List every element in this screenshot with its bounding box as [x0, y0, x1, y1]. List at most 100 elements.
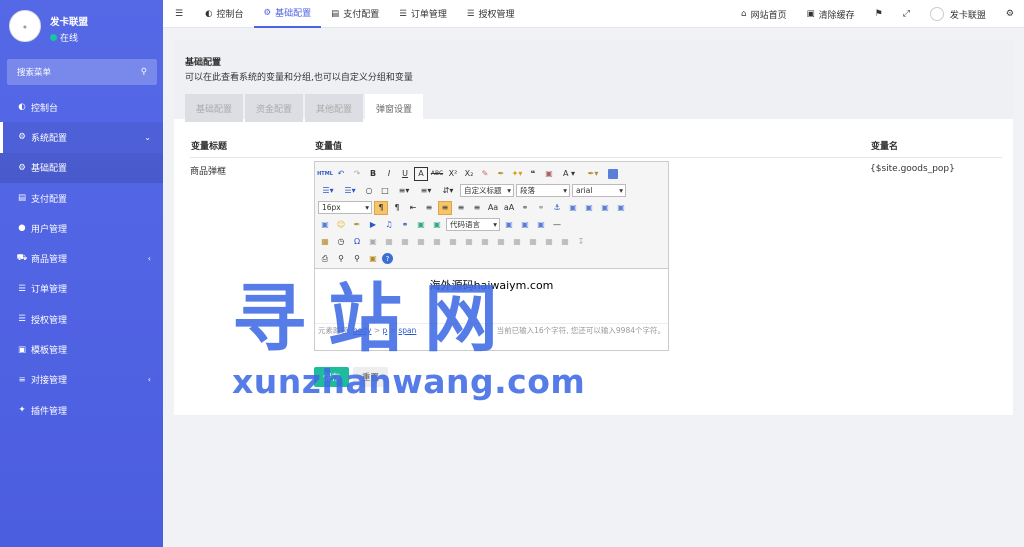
paragraph-select[interactable]: 段落 ▾ — [516, 184, 570, 197]
sidebar-item-users[interactable]: ● 用户管理 — [0, 213, 163, 243]
language-icon[interactable]: ⚑ — [865, 0, 893, 28]
tab-auth[interactable]: ☰ 授权管理 — [457, 0, 525, 28]
tab-orders[interactable]: ☰ 订单管理 — [389, 0, 457, 28]
template-icon[interactable]: ▣ — [502, 218, 516, 232]
undo-icon[interactable]: ↶ — [334, 167, 348, 181]
sidebar-item-plugins[interactable]: ✦ 插件管理 — [0, 395, 163, 425]
delete-row-icon[interactable]: ▦ — [430, 235, 444, 249]
auto-format-icon[interactable]: ✦▾ — [510, 167, 524, 181]
sidebar-item-basic-config[interactable]: ⚙ 基础配置 — [0, 152, 163, 183]
image-none-icon[interactable]: ▣ — [614, 201, 628, 215]
superscript-icon[interactable]: X² — [446, 167, 460, 181]
format-brush-icon[interactable]: ✒ — [494, 167, 508, 181]
unordered-list-icon[interactable]: ☰▾ — [340, 184, 360, 198]
sidebar-item-docking[interactable]: ≡ 对接管理 ‹ — [0, 365, 163, 395]
clear-doc-icon[interactable]: ○ — [362, 184, 376, 198]
sidebar-item-system-config[interactable]: ⚙ 系统配置 ⌄ — [0, 122, 163, 153]
bold-icon[interactable]: B — [366, 167, 380, 181]
background-icon[interactable]: ▣ — [518, 218, 532, 232]
cell-props-icon[interactable]: ▦ — [558, 235, 572, 249]
sidebar-item-auth[interactable]: ☰ 授权管理 — [0, 304, 163, 334]
sidebar-item-dashboard[interactable]: ◐ 控制台 — [0, 92, 163, 122]
tab-dashboard[interactable]: ◐ 控制台 — [195, 0, 253, 28]
font-color-icon[interactable]: A ▾ — [558, 167, 580, 181]
link-icon[interactable]: ⚭ — [518, 201, 532, 215]
row-spacing-top-icon[interactable]: ≡▾ — [394, 184, 414, 198]
insert-col-icon[interactable]: ▦ — [446, 235, 460, 249]
drafts-icon[interactable]: ▣ — [366, 252, 380, 266]
preview-icon[interactable]: ⚲ — [334, 252, 348, 266]
anchor-icon[interactable]: ⚓ — [550, 201, 564, 215]
new-doc-icon[interactable]: □ — [378, 184, 392, 198]
align-center-icon[interactable]: ≡ — [438, 200, 452, 215]
split-rows-icon[interactable]: ▦ — [510, 235, 524, 249]
date-icon[interactable]: ▦ — [318, 235, 332, 249]
path-span-link[interactable]: span — [398, 326, 416, 335]
split-cells-icon[interactable]: ▦ — [494, 235, 508, 249]
indent-icon[interactable]: ⇤ — [406, 201, 420, 215]
clear-cache-button[interactable]: ▣ 清除缓存 — [797, 0, 865, 28]
wordimage-icon[interactable]: ▣ — [366, 235, 380, 249]
heading-select[interactable]: 自定义标题 ▾ — [460, 184, 514, 197]
rtl-icon[interactable]: ¶ — [390, 201, 404, 215]
horizontal-rule-icon[interactable]: — — [550, 218, 564, 232]
align-justify-icon[interactable]: ≡ — [470, 201, 484, 215]
row-spacing-bottom-icon[interactable]: ≡▾ — [416, 184, 436, 198]
path-p-link[interactable]: p — [383, 326, 388, 335]
insert-image-icon[interactable]: ▣ — [318, 218, 332, 232]
search-replace-icon[interactable]: ⚲ — [350, 252, 364, 266]
ltr-icon[interactable]: ¶ — [374, 200, 388, 215]
time-icon[interactable]: ◷ — [334, 235, 348, 249]
strikethrough-icon[interactable]: ABC — [430, 167, 444, 181]
image-right-icon[interactable]: ▣ — [582, 201, 596, 215]
insert-code-icon[interactable]: ▣ — [534, 218, 548, 232]
help-icon[interactable]: ? — [382, 253, 393, 264]
delete-table-icon[interactable]: ▦ — [398, 235, 412, 249]
avatar[interactable]: ● — [9, 10, 41, 42]
attachment-icon[interactable]: ⚭ — [398, 218, 412, 232]
unlink-icon[interactable]: ⚭ — [534, 201, 548, 215]
insert-table-icon[interactable]: ▦ — [382, 235, 396, 249]
print-icon[interactable]: ⎙ — [318, 252, 332, 266]
insert-row-icon[interactable]: ▦ — [414, 235, 428, 249]
font-size-select[interactable]: 16px ▾ — [318, 201, 372, 214]
ordered-list-icon[interactable]: ☰▾ — [318, 184, 338, 198]
font-border-icon[interactable]: A — [414, 166, 428, 181]
align-right-icon[interactable]: ≡ — [454, 201, 468, 215]
highlight-icon[interactable]: ✒▾ — [582, 167, 604, 181]
menu-search-input[interactable]: 搜索菜单 ⚲ — [7, 59, 157, 85]
save-button[interactable]: 保存 — [314, 367, 349, 387]
align-left-icon[interactable]: ≡ — [422, 201, 436, 215]
font-family-select[interactable]: arial ▾ — [572, 184, 626, 197]
home-link[interactable]: ⌂ 网站首页 — [731, 0, 796, 28]
insert-frame-icon[interactable]: ▣ — [430, 218, 444, 232]
tab-funds[interactable]: 资金配置 — [245, 94, 304, 122]
image-left-icon[interactable]: ▣ — [566, 201, 580, 215]
reset-button[interactable]: 重置 — [353, 367, 388, 387]
scrawl-icon[interactable]: ✒ — [350, 218, 364, 232]
insert-video-icon[interactable]: ▶ — [366, 218, 380, 232]
editor-content-area[interactable]: 海外源码haiwaiym.com 元素路径: body > p > span 当… — [315, 269, 668, 337]
sidebar-item-templates[interactable]: ▣ 模板管理 — [0, 334, 163, 364]
settings-gears-icon[interactable]: ⚙ — [996, 0, 1024, 28]
split-cols-icon[interactable]: ▦ — [526, 235, 540, 249]
line-height-icon[interactable]: ⇵▾ — [438, 184, 458, 198]
sidebar-item-goods[interactable]: ⛟ 商品管理 ‹ — [0, 243, 163, 273]
eraser-icon[interactable]: ✎ — [478, 167, 492, 181]
menu-toggle-icon[interactable]: ☰ — [163, 0, 195, 28]
emotion-icon[interactable]: ☺ — [334, 218, 348, 232]
sidebar-item-orders[interactable]: ☰ 订单管理 — [0, 274, 163, 304]
redo-icon[interactable]: ↷ — [350, 167, 364, 181]
tab-basic-config[interactable]: ⚙ 基础配置 — [253, 0, 322, 28]
uppercase-icon[interactable]: Aa — [486, 201, 500, 215]
paste-text-icon[interactable]: ▣ — [542, 167, 556, 181]
tab-payment-config[interactable]: ▤ 支付配置 — [321, 0, 389, 28]
search-icon[interactable]: ⚲ — [141, 67, 147, 77]
path-body-link[interactable]: body — [353, 326, 372, 335]
sort-icon[interactable]: ↧ — [574, 235, 588, 249]
code-language-select[interactable]: 代码语言 ▾ — [446, 218, 500, 231]
fullscreen-icon[interactable]: ⤢ — [893, 0, 920, 28]
delete-col-icon[interactable]: ▦ — [462, 235, 476, 249]
user-menu[interactable]: 发卡联盟 — [920, 0, 996, 28]
lowercase-icon[interactable]: aA — [502, 201, 516, 215]
